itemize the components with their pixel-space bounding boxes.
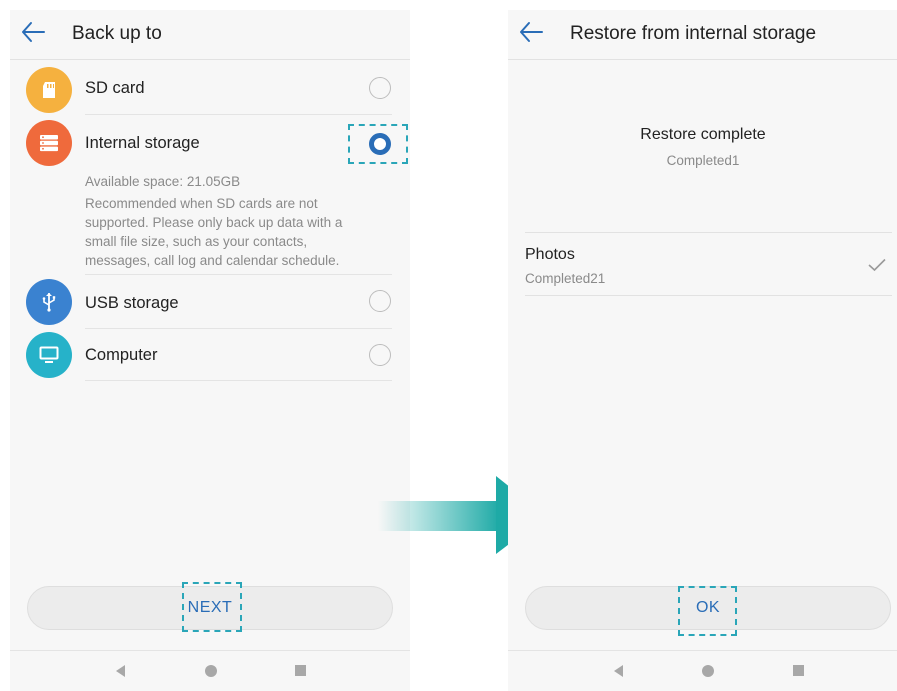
- divider: [525, 232, 892, 233]
- divider: [85, 328, 392, 329]
- highlight-box: [182, 582, 242, 632]
- back-button[interactable]: [20, 20, 60, 50]
- system-nav-bar: [508, 650, 897, 691]
- option-internal-storage[interactable]: Internal storage Available space: 21.05G…: [10, 118, 410, 278]
- item-name: Photos: [525, 246, 575, 263]
- option-label: USB storage: [85, 294, 179, 312]
- item-status: Completed21: [525, 271, 606, 286]
- usb-storage-radio[interactable]: [369, 290, 391, 312]
- option-label: Internal storage: [85, 134, 200, 152]
- back-button[interactable]: [518, 20, 558, 50]
- system-nav-bar: [10, 650, 410, 691]
- divider: [525, 295, 892, 296]
- check-icon: [868, 258, 886, 272]
- restore-screen: Restore from internal storage Restore co…: [508, 10, 897, 691]
- back-arrow-icon: [22, 22, 45, 42]
- highlight-box: [678, 586, 737, 636]
- nav-recent-icon[interactable]: [295, 665, 306, 676]
- back-arrow-icon: [520, 22, 543, 42]
- option-label: Computer: [85, 346, 158, 364]
- option-label: SD card: [85, 79, 145, 97]
- nav-back-icon[interactable]: [614, 665, 623, 677]
- app-bar: Back up to: [10, 10, 410, 60]
- nav-back-icon[interactable]: [116, 665, 125, 677]
- highlight-box: [348, 124, 408, 164]
- restore-item-photos: Photos Completed21: [508, 234, 897, 296]
- usb-icon: [26, 279, 72, 325]
- divider: [85, 114, 392, 115]
- nav-home-icon[interactable]: [702, 665, 714, 677]
- option-computer[interactable]: Computer: [10, 332, 410, 382]
- divider: [85, 380, 392, 381]
- computer-radio[interactable]: [369, 344, 391, 366]
- app-bar: Restore from internal storage: [508, 10, 897, 60]
- restore-status-title: Restore complete: [640, 126, 766, 143]
- storage-description: Recommended when SD cards are not suppor…: [85, 196, 343, 268]
- option-usb-storage[interactable]: USB storage: [10, 278, 410, 328]
- nav-home-icon[interactable]: [205, 665, 217, 677]
- page-title: Back up to: [72, 23, 162, 44]
- backup-screen: Back up to SD card Internal storage Avai…: [10, 10, 410, 691]
- nav-recent-icon[interactable]: [793, 665, 804, 676]
- page-title: Restore from internal storage: [570, 23, 817, 44]
- restore-status-subtitle: Completed1: [666, 153, 740, 168]
- divider: [85, 274, 392, 275]
- available-space: Available space: 21.05GB: [85, 174, 241, 189]
- storage-icon: [26, 120, 72, 166]
- sd-card-icon: [26, 67, 72, 113]
- monitor-icon: [26, 332, 72, 378]
- option-sd-card[interactable]: SD card: [10, 65, 410, 115]
- sd-card-radio[interactable]: [369, 77, 391, 99]
